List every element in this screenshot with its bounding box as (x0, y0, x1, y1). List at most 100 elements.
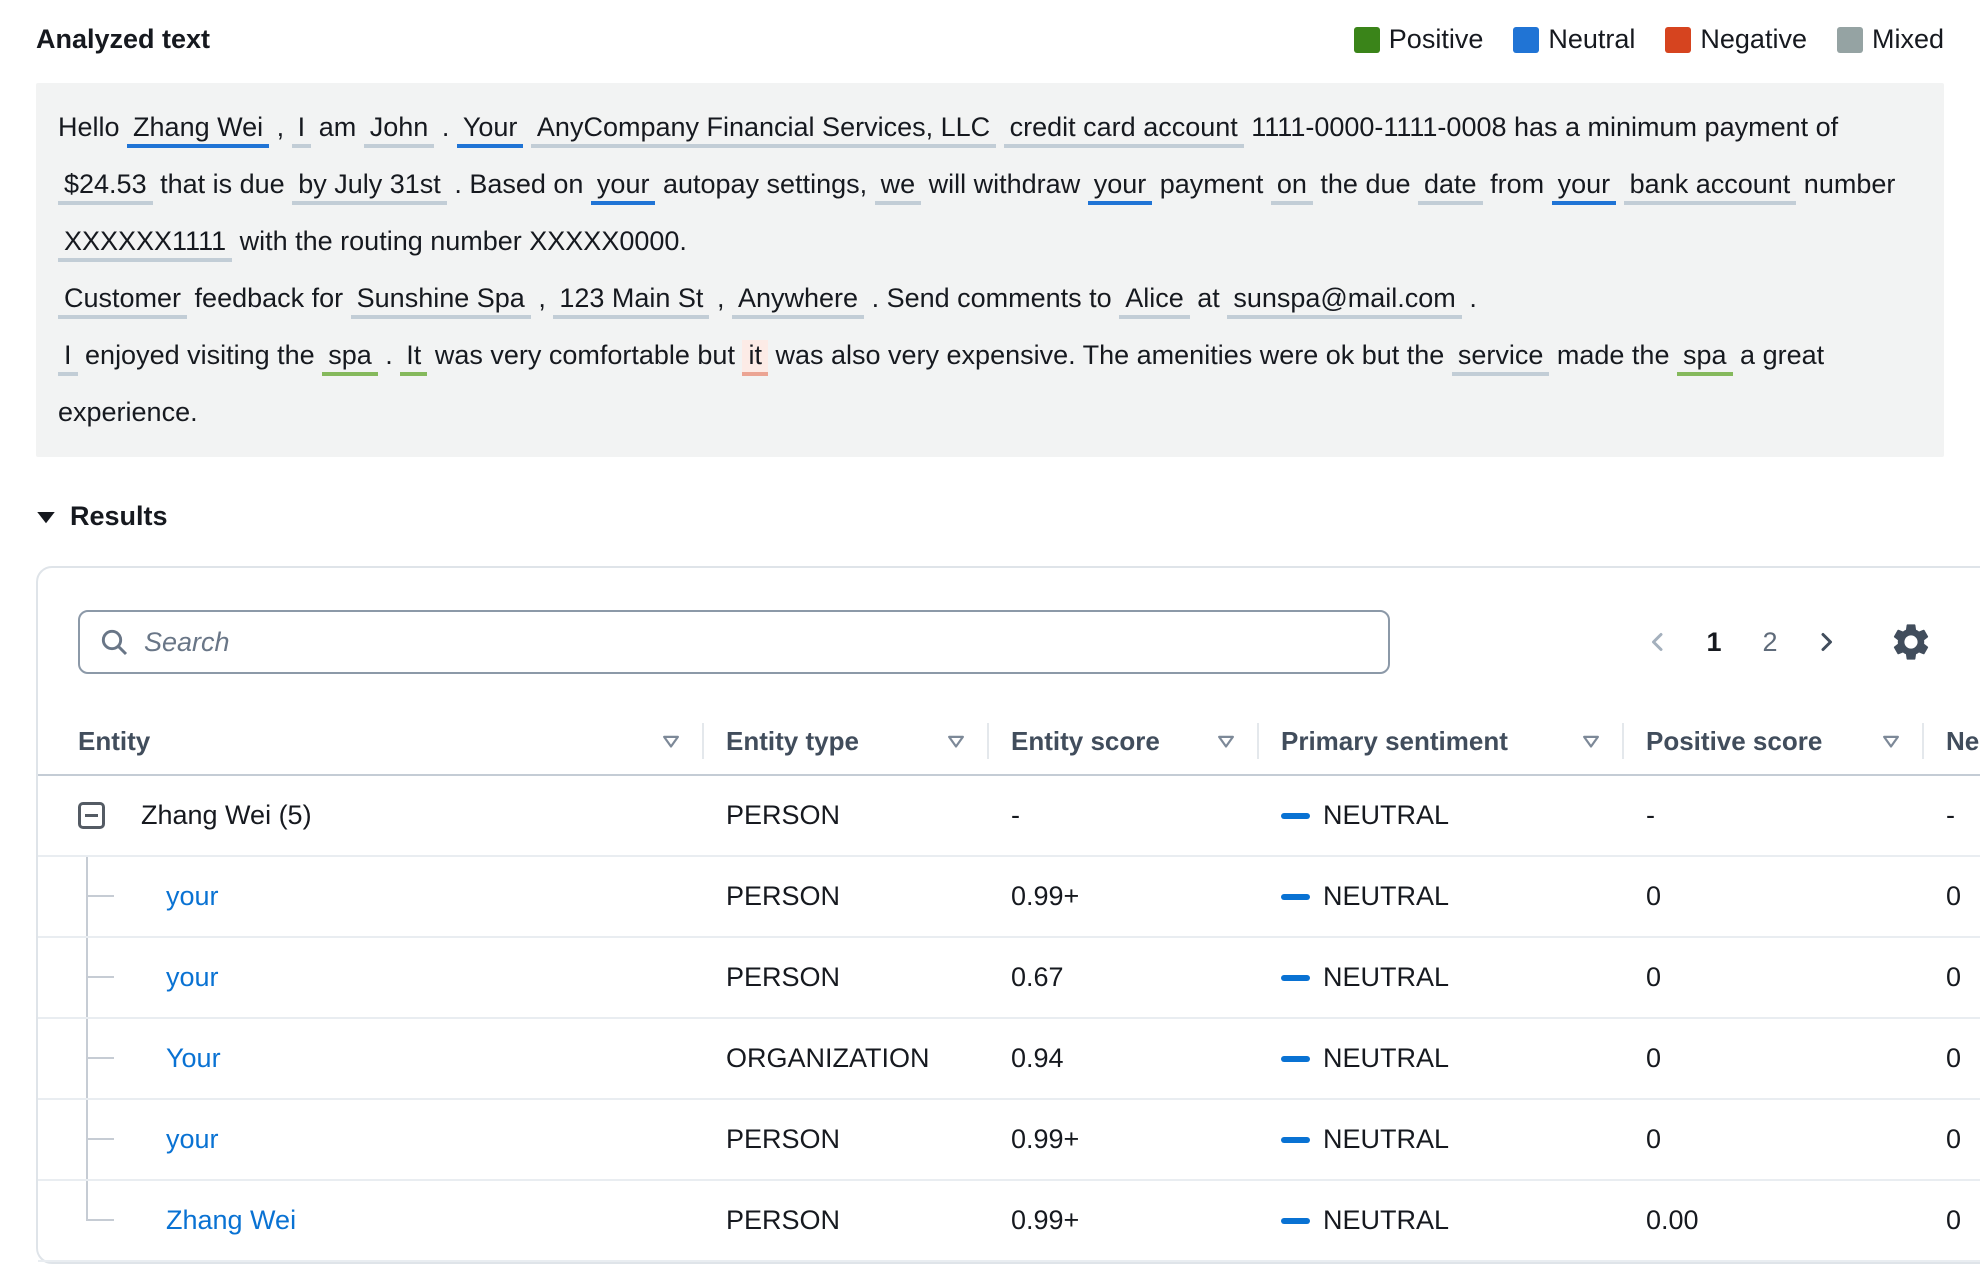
primary-sentiment-cell: NEUTRAL (1257, 857, 1622, 936)
table-row: Zhang Wei (5) PERSON - NEUTRAL - - (38, 776, 1980, 857)
legend-mixed: Mixed (1836, 24, 1944, 55)
entity-highlight[interactable]: we (874, 169, 922, 205)
column-header-entity-score[interactable]: Entity score (987, 708, 1257, 774)
entity-type-cell: PERSON (726, 962, 841, 992)
sort-icon (1218, 735, 1234, 748)
entity-highlight[interactable]: spa (1676, 340, 1733, 376)
entity-highlight[interactable]: your (1551, 169, 1617, 205)
entity-link[interactable]: your (166, 962, 219, 993)
entity-highlight[interactable]: service (1451, 340, 1550, 376)
positive-score-cell: 0 (1646, 1043, 1662, 1073)
entity-highlight[interactable]: date (1418, 169, 1483, 205)
entity-highlight[interactable]: 123 Main St (553, 283, 710, 319)
negative-score-cell: 0 (1946, 1124, 1962, 1154)
entity-cell: your (38, 938, 702, 1017)
entity-highlight[interactable]: spa (322, 340, 378, 376)
entity-highlight[interactable]: XXXXXX1111 (58, 226, 233, 262)
page-title: Analyzed text (36, 24, 211, 54)
entity-cell: your (38, 857, 702, 936)
primary-sentiment-cell: NEUTRAL (1257, 1019, 1622, 1098)
entity-type-cell: PERSON (726, 1124, 841, 1154)
entity-highlight[interactable]: AnyCompany Financial Services, LLC (530, 112, 997, 148)
entity-highlight[interactable]: I (58, 340, 78, 376)
entity-highlight[interactable]: credit card account (1003, 112, 1244, 148)
entity-group-label: Zhang Wei (5) (141, 800, 312, 830)
positive-swatch-icon (1353, 26, 1380, 53)
sentiment-legend: Positive Neutral Negative Mixed (1353, 24, 1944, 55)
results-section-toggle[interactable]: Results (36, 501, 1980, 532)
entity-cell: Your (38, 1019, 702, 1098)
negative-score-cell: 0 (1946, 962, 1962, 992)
entity-highlight[interactable]: $24.53 (58, 169, 153, 205)
entity-highlight[interactable]: Alice (1119, 283, 1190, 319)
sort-icon (1583, 735, 1599, 748)
entity-link[interactable]: Your (166, 1043, 221, 1074)
entity-highlight[interactable]: John (363, 112, 435, 148)
page-1-button[interactable]: 1 (1690, 618, 1738, 666)
entity-highlight[interactable]: bank account (1623, 169, 1797, 205)
legend-label: Negative (1700, 24, 1807, 54)
table-header: Entity Entity type Entity score Primary … (38, 708, 1980, 776)
entity-highlight[interactable]: Your (456, 112, 524, 148)
page-2-button[interactable]: 2 (1746, 618, 1794, 666)
neutral-swatch-icon (1513, 26, 1540, 53)
search-input[interactable] (78, 610, 1390, 674)
previous-page-button[interactable] (1634, 618, 1682, 666)
entity-highlight[interactable]: Customer (58, 283, 188, 319)
entity-link[interactable]: Zhang Wei (166, 1205, 296, 1236)
analyzed-text: Hello Zhang Wei , I am John . Your AnyCo… (36, 83, 1944, 457)
entity-type-cell: PERSON (726, 881, 841, 911)
tree-connector (86, 1181, 114, 1221)
primary-sentiment-cell: NEUTRAL (1257, 938, 1622, 1017)
entity-cell: Zhang Wei (5) (38, 776, 702, 855)
negative-score-cell: 0 (1946, 881, 1962, 911)
negative-score-cell: 0 (1946, 1043, 1962, 1073)
next-page-button[interactable] (1802, 618, 1850, 666)
collapse-triangle-icon (37, 511, 55, 523)
positive-score-cell: 0 (1646, 881, 1662, 911)
collapse-group-button[interactable] (78, 802, 105, 829)
negative-score-cell: - (1946, 800, 1955, 830)
entity-link[interactable]: your (166, 881, 219, 912)
entity-highlight[interactable]: by July 31st (292, 169, 447, 205)
negative-swatch-icon (1665, 26, 1692, 53)
column-header-positive-score[interactable]: Positive score (1622, 708, 1922, 774)
entity-score-cell: 0.99+ (1011, 1124, 1080, 1154)
column-header-negative-score[interactable]: Negative score (1922, 708, 1980, 774)
entity-type-cell: ORGANIZATION (726, 1043, 930, 1073)
positive-score-cell: - (1646, 800, 1655, 830)
neutral-sentiment-icon (1281, 1055, 1310, 1062)
legend-neutral: Neutral (1513, 24, 1635, 55)
entity-link[interactable]: your (166, 1124, 219, 1155)
entity-score-cell: 0.67 (1011, 962, 1064, 992)
entity-highlight[interactable]: Sunshine Spa (350, 283, 531, 319)
positive-score-cell: 0 (1646, 962, 1662, 992)
entity-highlight[interactable]: your (590, 169, 656, 205)
preferences-button[interactable] (1888, 620, 1934, 666)
column-header-entity[interactable]: Entity (38, 708, 702, 774)
entity-highlight[interactable]: your (1087, 169, 1153, 205)
primary-sentiment-cell: NEUTRAL (1257, 776, 1622, 855)
gear-icon (1893, 624, 1929, 660)
table-toolbar: 1 2 (38, 568, 1980, 708)
entity-highlight[interactable]: It (400, 340, 428, 376)
sort-icon (948, 735, 964, 748)
pagination: 1 2 (1634, 610, 1850, 674)
entity-highlight[interactable]: on (1270, 169, 1313, 205)
search-box (78, 610, 1390, 674)
neutral-sentiment-icon (1281, 893, 1310, 900)
entity-highlight[interactable]: Anywhere (731, 283, 865, 319)
tree-connector (86, 938, 114, 1017)
chevron-left-icon (1652, 633, 1663, 651)
mixed-swatch-icon (1836, 26, 1863, 53)
chevron-right-icon (1821, 633, 1832, 651)
entity-highlight[interactable]: sunspa@mail.com (1227, 283, 1462, 319)
entity-highlight[interactable]: I (291, 112, 312, 148)
table-row: Your ORGANIZATION 0.94 NEUTRAL 0 0 (38, 1019, 1980, 1100)
table-row: your PERSON 0.99+ NEUTRAL 0 0 (38, 1100, 1980, 1181)
table-row: your PERSON 0.67 NEUTRAL 0 0 (38, 938, 1980, 1019)
entity-highlight[interactable]: it (742, 340, 768, 376)
column-header-primary-sentiment[interactable]: Primary sentiment (1257, 708, 1622, 774)
column-header-entity-type[interactable]: Entity type (702, 708, 987, 774)
entity-highlight[interactable]: Zhang Wei (127, 112, 270, 148)
